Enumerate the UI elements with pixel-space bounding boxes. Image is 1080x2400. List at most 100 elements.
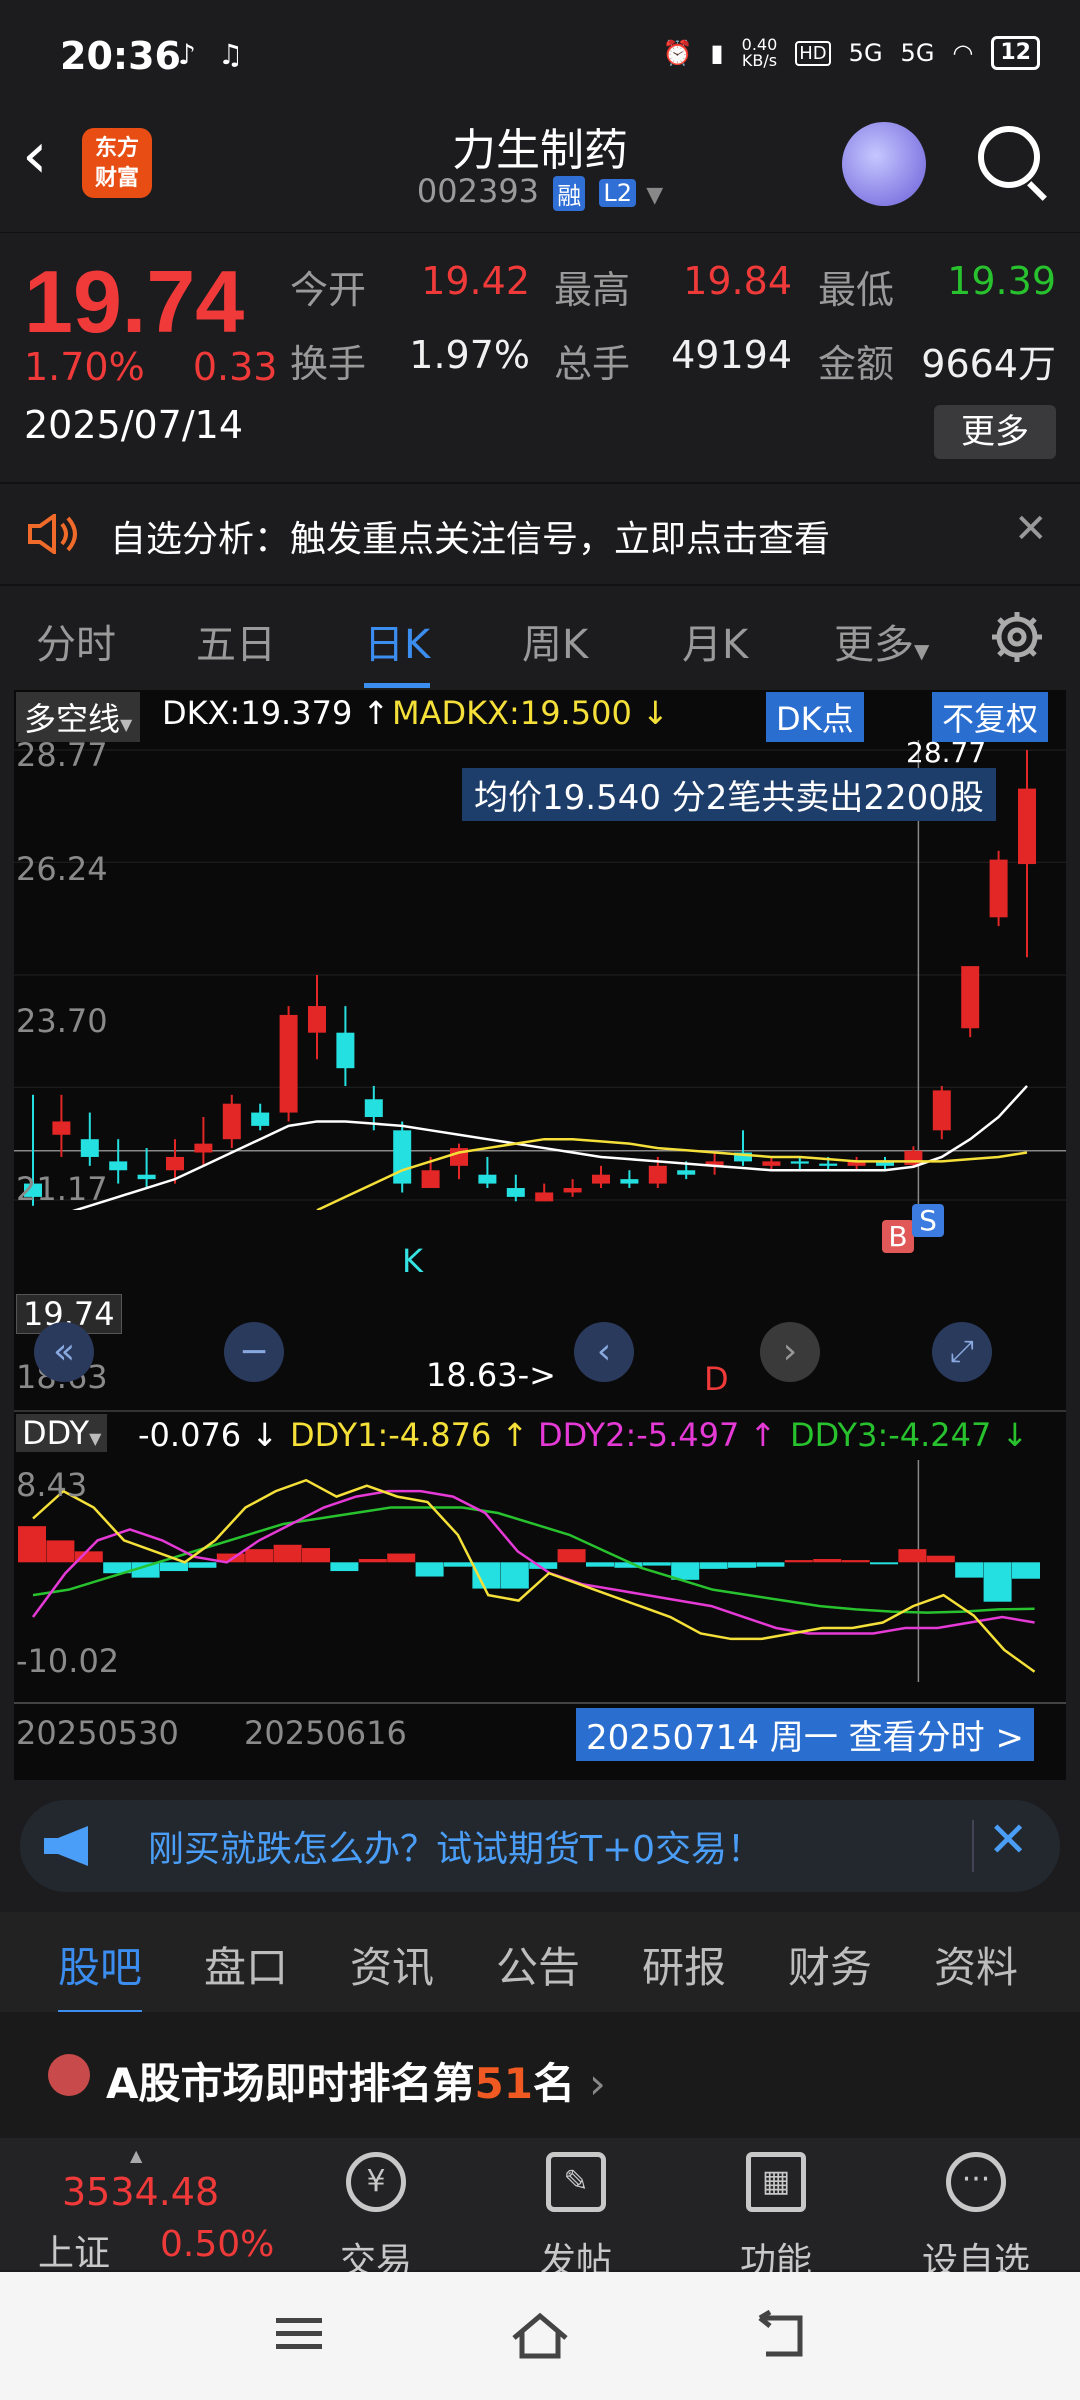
zoom-out-icon[interactable]: − [224, 1322, 284, 1382]
low-value: 19.39 [947, 259, 1056, 303]
trade-icon[interactable]: ¥ [346, 2152, 406, 2212]
settings-gear-icon[interactable] [988, 608, 1046, 666]
caret-down-icon: ▼ [914, 639, 930, 663]
menu-icon[interactable] [276, 2318, 322, 2349]
alarm-icon: ⏰ [662, 39, 693, 67]
tab-five-day[interactable]: 五日 [196, 612, 276, 670]
tab-research[interactable]: 研报 [642, 1934, 726, 1995]
no-adjust-button[interactable]: 不复权 [932, 692, 1049, 742]
signal-5g-icon-1: 5G [848, 39, 883, 67]
vibrate-icon: ▮ [710, 39, 724, 67]
back-nav-icon[interactable] [752, 2310, 808, 2362]
top-price-mark: 28.77 [906, 736, 987, 769]
volume-label: 总手 [554, 342, 631, 386]
tab-intraday[interactable]: 分时 [36, 612, 116, 670]
mark-d: D [704, 1360, 729, 1398]
tab-daily-k[interactable]: 日K [364, 612, 431, 688]
ddy-bar [983, 1562, 1012, 1602]
market-rank-banner[interactable]: A股市场即时排名第51名 › [0, 2012, 1080, 2138]
ddy-bar [898, 1549, 927, 1563]
ddy-bar [728, 1562, 756, 1568]
next-icon[interactable]: › [760, 1322, 820, 1382]
ddy-bar [841, 1560, 870, 1563]
tab-finance[interactable]: 财务 [788, 1934, 872, 1995]
candle-body [166, 1156, 184, 1171]
candle-body [592, 1174, 610, 1184]
content-tabs: 股吧 盘口 资讯 公告 研报 财务 资料 [0, 1912, 1080, 2015]
dkx-value: DKX:19.379 ↑ [162, 694, 390, 732]
tab-weekly-k[interactable]: 周K [522, 612, 588, 670]
banner-text: 自选分析：触发重点关注信号，立即点击查看 [110, 519, 831, 560]
sell-mark: S [912, 1204, 944, 1237]
y-tick-2: 26.24 [16, 850, 108, 888]
scroll-left-icon[interactable]: « [34, 1322, 94, 1382]
more-button[interactable]: 更多 [934, 405, 1056, 459]
date-axis [14, 1702, 1066, 1704]
ddy-name: DDY [22, 1414, 90, 1452]
kline-chart-area[interactable]: 多空线▼ DKX:19.379 ↑ MADKX:19.500 ↓ DK点 不复权… [14, 690, 1066, 1780]
high-value: 19.84 [683, 259, 792, 303]
tab-news[interactable]: 资讯 [350, 1934, 434, 1995]
ddy-bar [415, 1562, 444, 1577]
post-icon[interactable]: ✎ [546, 2152, 606, 2212]
fullscreen-icon[interactable]: ⤢ [932, 1322, 992, 1382]
indicator-name: 多空线 [24, 700, 121, 738]
open-label: 今开 [290, 268, 367, 312]
candle-body [308, 1006, 326, 1033]
ddy-bar [245, 1549, 274, 1563]
chart-period-tabs: 分时 五日 日K 周K 月K 更多▼ [0, 586, 1080, 688]
ddy-bottom-tick: -10.02 [16, 1642, 120, 1680]
prev-icon[interactable]: ‹ [574, 1322, 634, 1382]
tab-more-label: 更多 [834, 622, 914, 668]
ddy-bar [955, 1562, 984, 1578]
more-dots-icon[interactable]: ··· [946, 2152, 1006, 2212]
price-change: 1.70% 0.33 [24, 345, 277, 389]
indicator-selector[interactable]: 多空线▼ [16, 692, 141, 742]
tab-announcements[interactable]: 公告 [496, 1934, 580, 1995]
analysis-banner[interactable]: 自选分析：触发重点关注信号，立即点击查看 ✕ [0, 482, 1080, 586]
candle-body [421, 1170, 440, 1189]
rank-suffix: 名 [532, 2059, 575, 2108]
ddy-svg [18, 1460, 1040, 1682]
bottom-nav: ▲ 3534.48 上证 0.50% ¥ 交易 ✎ 发帖 ▦ 功能 ··· 设自… [0, 2138, 1080, 2282]
ddy-bar [160, 1562, 188, 1572]
low-price-mark: 18.63-> [426, 1356, 556, 1394]
ddy-bar [188, 1562, 217, 1568]
ddy-bar [472, 1562, 501, 1589]
y-tick-4: 21.17 [16, 1170, 108, 1208]
ddy-top-tick: 8.43 [16, 1466, 88, 1504]
dkx-line [72, 1085, 1028, 1210]
ddy-bar [1012, 1562, 1040, 1579]
close-icon[interactable]: ✕ [1014, 506, 1048, 552]
view-intraday-button[interactable]: 20250714 周一 查看分时 > [576, 1708, 1034, 1761]
rank-number: 51 [474, 2059, 533, 2108]
ddy-bar [642, 1562, 671, 1566]
change-amount: 0.33 [192, 345, 278, 389]
index-value[interactable]: 3534.48 [62, 2170, 219, 2214]
divider [972, 1820, 974, 1872]
tab-order-book[interactable]: 盘口 [204, 1934, 288, 1995]
chevron-down-icon: ▼ [646, 183, 664, 208]
search-icon[interactable] [978, 126, 1040, 188]
robot-assistant-icon[interactable] [842, 122, 926, 206]
hd-icon: HD [795, 40, 831, 66]
candle-body [961, 966, 980, 1029]
close-icon[interactable]: ✕ [988, 1812, 1028, 1868]
ddy-selector[interactable]: DDY▼ [16, 1414, 108, 1452]
candle-body [535, 1192, 554, 1202]
divider [14, 1410, 1066, 1412]
functions-icon[interactable]: ▦ [746, 2152, 806, 2212]
dk-point-button[interactable]: DK点 [766, 692, 864, 742]
system-nav-bar [0, 2272, 1080, 2400]
futures-notice[interactable]: 刚买就跌怎么办？试试期货T+0交易！ ✕ [20, 1800, 1060, 1892]
amount-label: 金额 [818, 342, 895, 386]
home-icon[interactable] [508, 2310, 572, 2362]
tab-guba[interactable]: 股吧 [58, 1934, 143, 2015]
ddy1-value: DDY1:-4.876 ↑ [290, 1416, 529, 1454]
madkx-value: MADKX:19.500 ↓ [392, 694, 669, 732]
tab-monthly-k[interactable]: 月K [682, 612, 748, 670]
candle-body [80, 1139, 99, 1157]
tab-profile[interactable]: 资料 [934, 1934, 1018, 1995]
tab-more[interactable]: 更多▼ [834, 612, 929, 670]
candle-body [1018, 788, 1036, 865]
